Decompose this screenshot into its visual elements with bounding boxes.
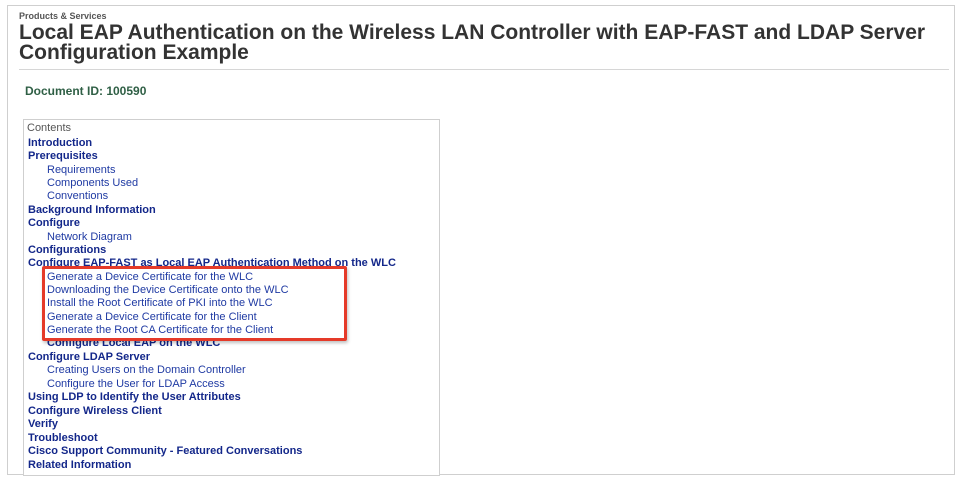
- document-id: Document ID: 100590: [25, 84, 147, 98]
- toc-link-requirements[interactable]: Requirements: [47, 164, 115, 177]
- toc-link-configure-eap-fast[interactable]: Configure EAP-FAST as Local EAP Authenti…: [28, 257, 396, 270]
- breadcrumb[interactable]: Products & Services: [19, 11, 107, 21]
- toc-link-install-root-cert[interactable]: Install the Root Certificate of PKI into…: [47, 297, 273, 310]
- contents-heading: Contents: [27, 122, 72, 134]
- toc-link-components-used[interactable]: Components Used: [47, 177, 138, 190]
- toc-link-cisco-support-community[interactable]: Cisco Support Community - Featured Conve…: [28, 445, 302, 458]
- title-divider: [19, 69, 949, 70]
- toc-link-network-diagram[interactable]: Network Diagram: [47, 231, 132, 244]
- toc-link-generate-root-ca-cert[interactable]: Generate the Root CA Certificate for the…: [47, 324, 273, 337]
- toc-link-generate-device-cert-wlc[interactable]: Generate a Device Certificate for the WL…: [47, 271, 253, 284]
- toc-link-background-information[interactable]: Background Information: [28, 204, 156, 217]
- toc-link-generate-device-cert-client[interactable]: Generate a Device Certificate for the Cl…: [47, 311, 257, 324]
- page-title: Local EAP Authentication on the Wireless…: [19, 21, 926, 64]
- toc-link-creating-users[interactable]: Creating Users on the Domain Controller: [47, 364, 246, 377]
- toc-link-troubleshoot[interactable]: Troubleshoot: [28, 432, 98, 445]
- toc-link-configure-ldap-server[interactable]: Configure LDAP Server: [28, 351, 150, 364]
- toc-link-configure[interactable]: Configure: [28, 217, 80, 230]
- toc-link-configure-user-ldap[interactable]: Configure the User for LDAP Access: [47, 378, 225, 391]
- toc-link-introduction[interactable]: Introduction: [28, 137, 92, 150]
- toc-link-downloading-device-cert[interactable]: Downloading the Device Certificate onto …: [47, 284, 289, 297]
- toc-link-configure-wireless-client[interactable]: Configure Wireless Client: [28, 405, 162, 418]
- toc-link-prerequisites[interactable]: Prerequisites: [28, 150, 98, 163]
- toc-link-verify[interactable]: Verify: [28, 418, 58, 431]
- toc-link-configure-local-eap[interactable]: Configure Local EAP on the WLC: [47, 337, 220, 350]
- toc-link-using-ldp[interactable]: Using LDP to Identify the User Attribute…: [28, 391, 241, 404]
- toc-link-conventions[interactable]: Conventions: [47, 190, 108, 203]
- toc-link-related-information[interactable]: Related Information: [28, 459, 131, 472]
- toc-link-configurations[interactable]: Configurations: [28, 244, 106, 257]
